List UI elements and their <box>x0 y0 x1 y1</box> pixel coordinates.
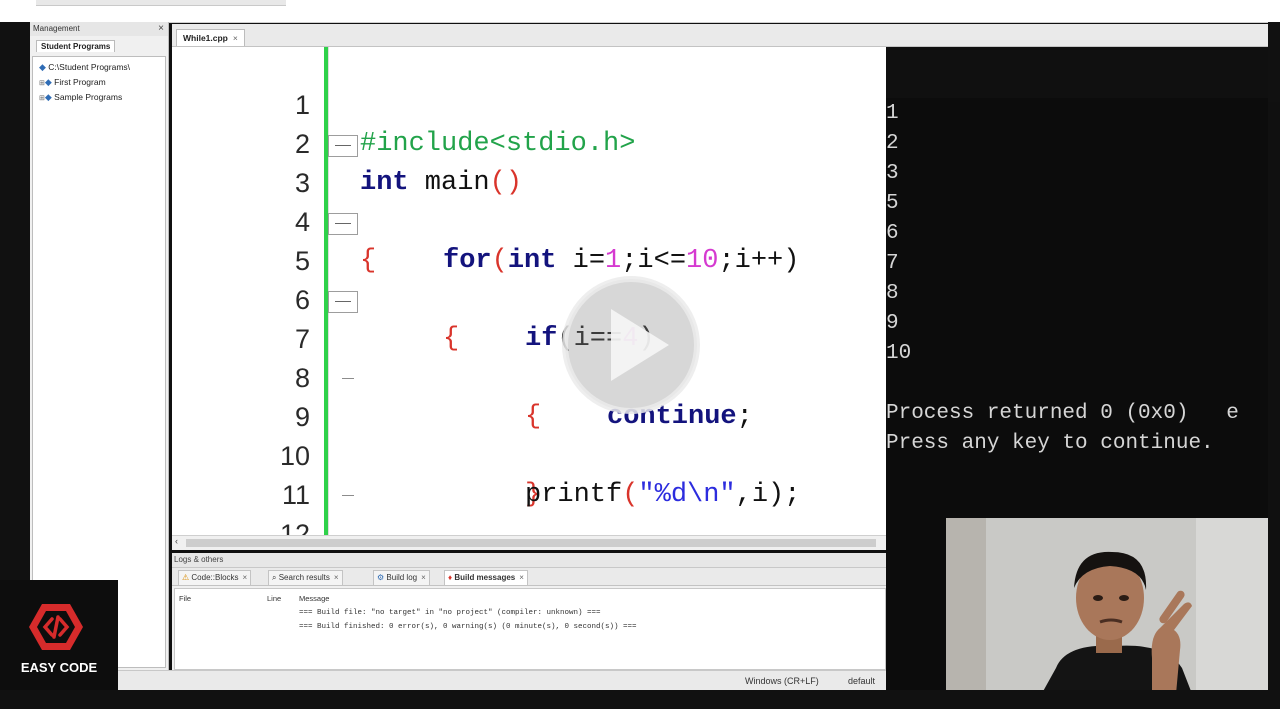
line-endings-status: Windows (CR+LF) <box>745 676 819 686</box>
management-panel: Management × Student Programs ◆ C:\Stude… <box>30 22 169 670</box>
tab-build-log[interactable]: ⚙ Build log × <box>373 570 430 585</box>
console-line: 10 <box>886 342 912 365</box>
logs-panel: Logs & others ⚠ Code::Blocks × ⌕ Search r… <box>172 553 886 670</box>
editor-mode-status: default <box>848 676 876 686</box>
video-border-bottom <box>0 690 1280 709</box>
tree-item-sample-programs[interactable]: ⊞◆ Sample Programs <box>33 90 165 105</box>
tab-label: Build log <box>386 573 418 582</box>
hexagon-code-logo-icon <box>29 604 83 650</box>
build-messages-list: File Line Message === Build file: "no ta… <box>174 588 886 670</box>
tree-item-label: Sample Programs <box>54 92 123 102</box>
management-title-text: Management <box>33 24 80 33</box>
fold-end-marker <box>342 495 354 496</box>
tab-label: Build messages <box>454 573 516 582</box>
console-line: Press any key to continue. <box>886 432 1214 455</box>
close-tab-icon[interactable]: × <box>421 573 426 582</box>
screen: Management × Student Programs ◆ C:\Stude… <box>0 0 1280 709</box>
file-tab-label: While1.cpp <box>183 33 228 43</box>
management-close-icon[interactable]: × <box>158 22 164 36</box>
easy-code-logo: EASY CODE <box>0 580 118 690</box>
column-header-line[interactable]: Line <box>267 594 281 603</box>
tree-item-label: C:\Student Programs\ <box>48 62 131 72</box>
tab-search-results[interactable]: ⌕ Search results × <box>268 570 343 585</box>
code-line: 8 continue; <box>172 320 886 432</box>
tree-item-label: First Program <box>54 77 106 87</box>
scroll-left-icon[interactable]: ‹ <box>175 536 178 546</box>
console-line: 6 <box>886 222 899 245</box>
editor-tab-bar: While1.cpp × <box>172 24 1268 47</box>
search-icon: ⌕ <box>272 573 277 582</box>
build-message-row[interactable]: === Build file: "no target" in "no proje… <box>299 609 601 617</box>
fold-toggle[interactable] <box>328 135 358 157</box>
tab-label: Search results <box>278 573 330 582</box>
project-icon: ◆ <box>44 92 52 102</box>
fold-toggle[interactable] <box>328 213 358 235</box>
tab-student-programs[interactable]: Student Programs <box>36 40 116 52</box>
fold-end-marker <box>342 378 354 379</box>
tab-codeblocks[interactable]: ⚠ Code::Blocks × <box>178 570 252 585</box>
code-line: 1 #include<stdio.h> <box>172 47 886 159</box>
tab-while1-cpp[interactable]: While1.cpp × <box>176 29 245 46</box>
tree-item-first-program[interactable]: ⊞◆ First Program <box>33 75 165 90</box>
build-message-row[interactable]: === Build finished: 0 error(s), 0 warnin… <box>299 623 637 631</box>
toolbar-strip <box>36 0 286 6</box>
console-line: Process returned 0 (0x0) e <box>886 402 1239 425</box>
console-line: 8 <box>886 282 899 305</box>
presenter-webcam <box>946 518 1268 704</box>
video-border-right <box>1268 22 1280 102</box>
logs-tab-bar: ⚠ Code::Blocks × ⌕ Search results × ⚙ Buil… <box>172 568 886 586</box>
code-line: 12 } <box>172 476 886 535</box>
code-line: 6 if(i==4) <box>172 242 886 354</box>
close-tab-icon[interactable]: × <box>243 573 248 582</box>
status-bar: Windows (CR+LF) default <box>118 670 886 691</box>
close-tab-icon[interactable]: × <box>233 33 238 43</box>
warning-icon: ⚠ <box>182 573 190 582</box>
scrollbar-thumb[interactable] <box>186 539 876 547</box>
close-tab-icon[interactable]: × <box>519 573 524 582</box>
code-line: 4 for(int i=1;i<=10;i++) <box>172 164 886 276</box>
console-line: 7 <box>886 252 899 275</box>
logs-title: Logs & others <box>172 553 886 568</box>
tree-item-workspace[interactable]: ◆ C:\Student Programs\ <box>33 60 165 75</box>
tab-build-messages[interactable]: ♦ Build messages × <box>444 570 528 585</box>
project-icon: ◆ <box>44 77 52 87</box>
workspace-icon: ◆ <box>39 62 46 72</box>
build-messages-icon: ♦ <box>448 573 453 582</box>
console-line: 1 <box>886 102 899 125</box>
close-tab-icon[interactable]: × <box>334 573 339 582</box>
code-line: 13 <box>172 515 886 535</box>
tab-label: Code::Blocks <box>191 573 239 582</box>
management-title: Management × <box>30 22 168 36</box>
console-output-window-lower <box>886 518 946 708</box>
logo-text: EASY CODE <box>20 660 98 675</box>
gear-icon: ⚙ <box>377 573 385 582</box>
column-header-file[interactable]: File <box>179 594 191 603</box>
code-line: 7 { <box>172 281 886 432</box>
code-line: 11 <box>172 437 886 510</box>
top-toolbar <box>0 0 1280 23</box>
project-tree: ◆ C:\Student Programs\ ⊞◆ First Program … <box>32 56 166 668</box>
code-line: 5 { <box>172 203 886 354</box>
code-line: 9 } <box>172 359 886 510</box>
column-header-message[interactable]: Message <box>299 594 329 603</box>
console-line: 2 <box>886 132 899 155</box>
code-line: 10 printf("%d\n",i); <box>172 398 886 510</box>
console-line: 9 <box>886 312 899 335</box>
fold-toggle[interactable] <box>328 291 358 313</box>
code-line: 3 { <box>172 125 886 276</box>
presenter-video-frame <box>946 518 1268 704</box>
code-line: 2 int main() <box>172 86 886 198</box>
play-icon[interactable] <box>558 272 704 418</box>
console-line: 5 <box>886 192 899 215</box>
code-editor[interactable]: 1 #include<stdio.h> 2 int main() 3 { 4 f… <box>172 47 886 535</box>
console-output-window: 1 2 3 5 6 7 8 9 10 Process returned 0 (0… <box>886 98 1268 518</box>
horizontal-scrollbar[interactable]: ‹ <box>172 535 886 550</box>
console-line: 3 <box>886 162 899 185</box>
